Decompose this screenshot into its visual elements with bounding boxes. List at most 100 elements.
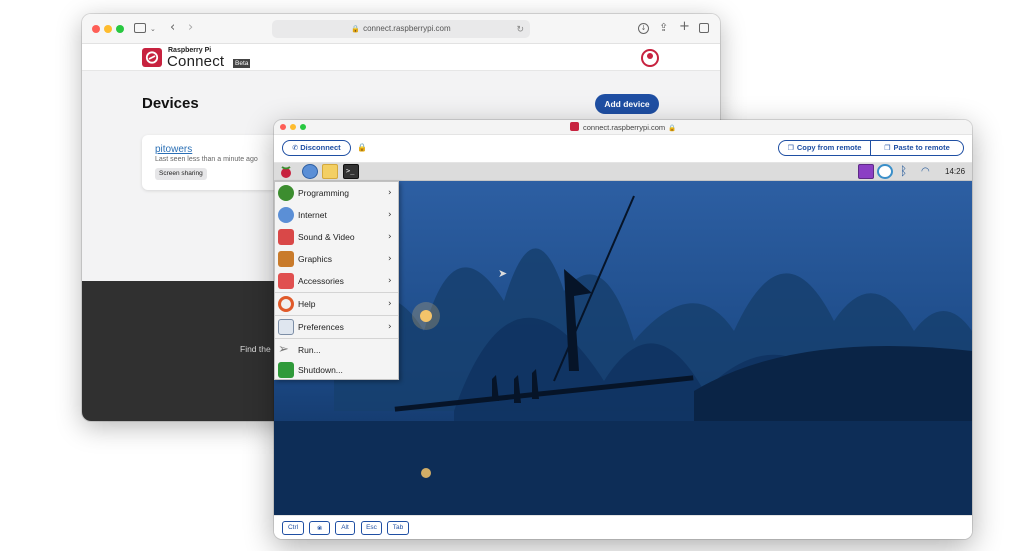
raspberry-pi-connect-favicon-icon	[570, 122, 579, 131]
preferences-icon	[278, 319, 294, 335]
chevron-right-icon: ›	[388, 188, 392, 198]
user-avatar-icon[interactable]	[641, 49, 659, 67]
disconnect-label: Disconnect	[300, 143, 341, 152]
address-bar[interactable]: 🔒 connect.raspberrypi.com ↻	[272, 20, 530, 38]
secure-lock-icon: 🔒	[357, 143, 367, 152]
new-tab-icon[interactable]: +	[679, 20, 690, 33]
phone-hangup-icon: ✆	[292, 144, 299, 152]
close-window-button[interactable]	[280, 124, 286, 130]
wifi-icon[interactable]: ◠	[921, 164, 930, 179]
alt-key-button[interactable]: Alt	[335, 521, 355, 535]
menu-item-programming[interactable]: Programming ›	[275, 182, 398, 204]
window-title-text: connect.raspberrypi.com	[583, 123, 666, 132]
bluetooth-icon[interactable]: ᛒ	[900, 164, 907, 179]
address-url: connect.raspberrypi.com	[363, 24, 451, 33]
sidebar-toggle-icon[interactable]	[134, 23, 146, 33]
reload-icon[interactable]: ↻	[516, 20, 524, 38]
menu-item-help[interactable]: Help ›	[275, 293, 398, 315]
disconnect-button[interactable]: ✆ Disconnect	[282, 140, 351, 156]
menu-item-internet[interactable]: Internet ›	[275, 204, 398, 226]
copy-from-remote-button[interactable]: ❐ Copy from remote	[778, 140, 871, 156]
raspberry-pi-connect-logo-icon[interactable]	[142, 48, 162, 67]
file-manager-icon[interactable]	[322, 164, 338, 179]
copy-label: Copy from remote	[796, 143, 862, 152]
tab-key-button[interactable]: Tab	[387, 521, 409, 535]
help-icon	[278, 296, 294, 312]
special-keys-bar: Ctrl ❀ Alt Esc Tab	[274, 515, 972, 539]
menu-item-sound-video[interactable]: Sound & Video ›	[275, 226, 398, 248]
sound-video-icon	[278, 229, 294, 245]
back-arrow-icon[interactable]: ‹	[170, 21, 175, 34]
menu-item-run[interactable]: ➢ Run...	[275, 339, 398, 361]
chevron-right-icon: ›	[388, 322, 392, 332]
application-menu: Programming › Internet › Sound & Video ›…	[274, 181, 399, 380]
screen-sharing-badge[interactable]: Screen sharing	[155, 168, 207, 180]
ctrl-key-button[interactable]: Ctrl	[282, 521, 304, 535]
menu-item-graphics[interactable]: Graphics ›	[275, 248, 398, 270]
browser-toolbar: ⌄ ‹ › 🔒 connect.raspberrypi.com ↻ ↓ ⇪ +	[82, 14, 720, 44]
menu-item-label: Programming	[298, 188, 350, 198]
terminal-icon[interactable]: >_	[343, 164, 359, 179]
paste-to-remote-button[interactable]: ❐ Paste to remote	[870, 140, 964, 156]
menu-item-label: Run...	[298, 345, 321, 355]
graphics-icon	[278, 251, 294, 267]
chevron-right-icon: ›	[388, 276, 392, 286]
chevron-right-icon: ›	[388, 299, 392, 309]
site-header: Raspberry Pi Connect Beta	[82, 44, 720, 71]
menu-item-label: Internet	[298, 210, 327, 220]
maximize-window-button[interactable]	[300, 124, 306, 130]
minimize-window-button[interactable]	[290, 124, 296, 130]
programming-icon	[278, 185, 294, 201]
remote-session-window: connect.raspberrypi.com 🔒 ✆ Disconnect 🔒 ❐…	[274, 120, 972, 539]
share-icon[interactable]: ⇪	[659, 22, 668, 33]
menu-item-label: Graphics	[298, 254, 333, 264]
minimize-window-button[interactable]	[104, 25, 112, 33]
accessories-icon	[278, 273, 294, 289]
lock-icon: 🔒	[668, 124, 677, 132]
logo-product-text: Connect	[167, 53, 225, 70]
close-window-button[interactable]	[92, 25, 100, 33]
chevron-right-icon: ›	[388, 254, 392, 264]
menu-item-label: Accessories	[298, 276, 344, 286]
mouse-cursor-icon: ➤	[498, 267, 508, 280]
window-titlebar: connect.raspberrypi.com 🔒	[274, 120, 972, 135]
updates-icon[interactable]	[877, 164, 893, 179]
device-name-link[interactable]: pitowers	[155, 144, 192, 155]
web-browser-icon[interactable]	[302, 164, 318, 179]
raspberry-key-button[interactable]: ❀	[309, 521, 330, 535]
clipboard-icon: ❐	[884, 144, 891, 152]
remote-desktop[interactable]: >_ ᛒ ◠ 14:26 Programming › Internet › So…	[274, 163, 972, 515]
lock-icon: 🔒	[351, 25, 361, 33]
add-device-button[interactable]: Add device	[595, 94, 659, 114]
run-icon: ➢	[278, 342, 289, 357]
chevron-right-icon: ›	[388, 210, 392, 220]
menu-item-accessories[interactable]: Accessories ›	[275, 270, 398, 292]
chevron-down-icon[interactable]: ⌄	[150, 24, 156, 35]
raspberry-menu-icon[interactable]	[278, 164, 294, 179]
paste-label: Paste to remote	[893, 143, 950, 152]
remote-taskbar: >_ ᛒ ◠ 14:26	[274, 163, 972, 181]
maximize-window-button[interactable]	[116, 25, 124, 33]
footer-text: Find the	[240, 344, 271, 354]
forward-arrow-icon[interactable]: ›	[188, 21, 193, 34]
esc-key-button[interactable]: Esc	[361, 521, 382, 535]
internet-icon	[278, 207, 294, 223]
device-last-seen: Last seen less than a minute ago	[155, 156, 258, 163]
device-card: pitowers Last seen less than a minute ag…	[142, 135, 282, 190]
menu-item-label: Sound & Video	[298, 232, 355, 242]
menu-item-label: Preferences	[298, 322, 344, 332]
tab-overview-icon[interactable]	[699, 23, 709, 33]
shutdown-icon	[278, 362, 294, 378]
menu-item-preferences[interactable]: Preferences ›	[275, 316, 398, 338]
menu-item-label: Help	[298, 299, 316, 309]
window-title: connect.raspberrypi.com 🔒	[570, 122, 676, 133]
vnc-sharing-icon[interactable]	[858, 164, 874, 179]
download-icon[interactable]: ↓	[638, 23, 649, 34]
menu-item-shutdown[interactable]: Shutdown...	[275, 359, 398, 381]
clipboard-icon: ❐	[787, 144, 794, 152]
taskbar-clock[interactable]: 14:26	[945, 163, 965, 181]
page-title: Devices	[142, 95, 199, 112]
session-action-bar: ✆ Disconnect 🔒 ❐ Copy from remote ❐ Paste t…	[274, 135, 972, 163]
beta-badge: Beta	[233, 59, 251, 68]
menu-item-label: Shutdown...	[298, 365, 343, 375]
